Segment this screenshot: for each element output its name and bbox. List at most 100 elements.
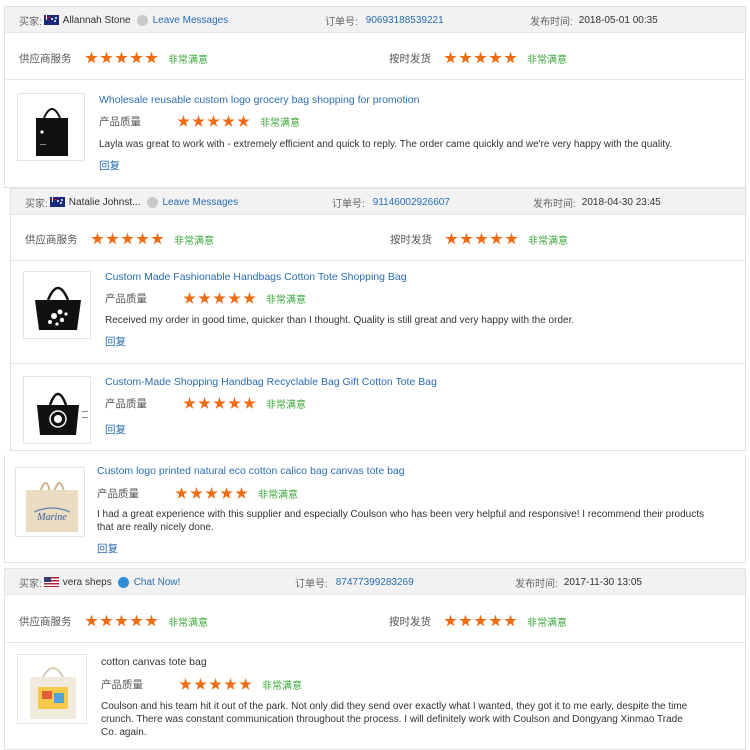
star-icon — [445, 232, 458, 245]
review-comment: Coulson and his team hit it out of the p… — [101, 701, 688, 738]
star-icon — [504, 51, 517, 64]
star-icon — [91, 232, 104, 245]
canvas-tote-image: Marine — [26, 482, 78, 532]
star-icon — [175, 487, 188, 499]
star-rating — [179, 678, 252, 691]
on-time-label: 按时发货 — [389, 615, 431, 628]
chat-icon[interactable] — [117, 576, 129, 588]
star-rating — [177, 115, 250, 128]
buyer-label: 买家: — [19, 578, 42, 590]
product-thumbnail[interactable] — [17, 654, 87, 724]
buyer-name: vera sheps — [62, 576, 112, 588]
rating-row: 供应商服务 非常满意 按时发货 非常满意 — [5, 599, 745, 643]
star-icon — [85, 614, 98, 627]
message-icon[interactable] — [146, 196, 158, 208]
on-time-label: 按时发货 — [390, 233, 432, 246]
star-icon — [460, 232, 473, 245]
star-icon — [151, 232, 164, 245]
order-label: 订单号: — [332, 198, 365, 210]
star-icon — [228, 397, 241, 409]
order-number-link[interactable]: 91146002926607 — [373, 197, 450, 208]
buyer-label: 买家: — [25, 198, 48, 210]
reply-link[interactable]: 回复 — [97, 541, 118, 556]
verdict-text: 非常满意 — [266, 400, 306, 411]
product-thumbnail[interactable] — [23, 376, 91, 444]
star-icon — [444, 51, 457, 64]
product-title[interactable]: cotton canvas tote bag — [101, 656, 207, 668]
canvas-tote-image — [30, 667, 76, 719]
star-icon — [474, 51, 487, 64]
star-icon — [209, 678, 222, 690]
star-icon — [100, 51, 113, 64]
star-icon — [106, 232, 119, 245]
order-label: 订单号: — [325, 16, 358, 28]
verdict-text: 非常满意 — [260, 118, 300, 129]
reply-link[interactable]: 回复 — [105, 422, 126, 437]
order-number-link[interactable]: 87477399283269 — [336, 577, 414, 588]
product-review: cotton canvas tote bag 产品质量 非常满意 Coulson… — [5, 644, 745, 750]
verdict-text: 非常满意 — [174, 235, 214, 247]
product-title-link[interactable]: Custom-Made Shopping Handbag Recyclable … — [105, 376, 437, 388]
product-title-link[interactable]: Custom logo printed natural eco cotton c… — [97, 465, 405, 477]
star-icon — [474, 614, 487, 627]
review-card: 买家: vera sheps Chat Now! 订单号: 8747739928… — [4, 568, 746, 750]
star-icon — [220, 487, 233, 499]
review-card: 买家: Allannah Stone Leave Messages 订单号: 9… — [4, 6, 746, 188]
star-icon — [489, 51, 502, 64]
supplier-service-label: 供应商服务 — [25, 233, 78, 246]
reply-link[interactable]: 回复 — [99, 158, 120, 173]
star-icon — [213, 397, 226, 409]
product-title-link[interactable]: Custom Made Fashionable Handbags Cotton … — [105, 271, 407, 283]
leave-messages-link[interactable]: Leave Messages — [163, 197, 239, 208]
bag-print-text: Marine — [36, 512, 67, 523]
star-icon — [444, 614, 457, 627]
star-rating — [183, 292, 256, 305]
leave-messages-link[interactable]: Leave Messages — [153, 15, 229, 26]
chat-now-link[interactable]: Chat Now! — [134, 577, 181, 588]
verdict-text: 非常满意 — [266, 295, 306, 306]
product-title-link[interactable]: Wholesale reusable custom logo grocery b… — [99, 94, 419, 106]
product-review: Marine Custom logo printed natural eco c… — [5, 455, 745, 563]
supplier-service-label: 供应商服务 — [19, 52, 72, 65]
star-icon — [183, 397, 196, 409]
australia-flag-icon — [43, 15, 59, 25]
star-rating — [445, 232, 518, 246]
order-number-link[interactable]: 90693188539221 — [366, 15, 444, 26]
star-icon — [207, 115, 220, 127]
star-rating — [85, 51, 158, 65]
star-icon — [198, 397, 211, 409]
tote-bag-image — [36, 108, 68, 156]
time-label: 发布时间: — [530, 16, 573, 28]
star-icon — [177, 115, 190, 127]
star-icon — [228, 292, 241, 304]
star-icon — [130, 614, 143, 627]
star-icon — [100, 614, 113, 627]
reply-link[interactable]: 回复 — [105, 334, 126, 349]
buyer-name: Allannah Stone — [62, 14, 131, 26]
product-review: Wholesale reusable custom logo grocery b… — [5, 81, 745, 187]
verdict-text: 非常满意 — [168, 617, 208, 629]
star-rating — [91, 232, 164, 246]
message-icon[interactable] — [136, 14, 148, 26]
product-review: Custom-Made Shopping Handbag Recyclable … — [11, 363, 745, 451]
product-thumbnail[interactable] — [17, 93, 85, 161]
review-time: 2017-11-30 13:05 — [563, 576, 642, 588]
star-icon — [183, 292, 196, 304]
star-icon — [130, 51, 143, 64]
star-icon — [213, 292, 226, 304]
star-icon — [205, 487, 218, 499]
product-thumbnail[interactable] — [23, 271, 91, 339]
review-card: 买家: Natalie Johnst... Leave Messages 订单号… — [10, 188, 746, 451]
star-icon — [145, 614, 158, 627]
star-icon — [489, 614, 502, 627]
review-comment: I had a great experience with this suppl… — [97, 509, 705, 533]
product-thumbnail[interactable]: Marine — [15, 467, 85, 537]
tote-bag-image — [35, 286, 81, 330]
product-review: Custom Made Fashionable Handbags Cotton … — [11, 261, 745, 363]
time-label: 发布时间: — [533, 198, 576, 210]
star-icon — [237, 115, 250, 127]
star-icon — [243, 292, 256, 304]
star-icon — [145, 51, 158, 64]
star-icon — [505, 232, 518, 245]
verdict-text: 非常满意 — [258, 490, 298, 501]
